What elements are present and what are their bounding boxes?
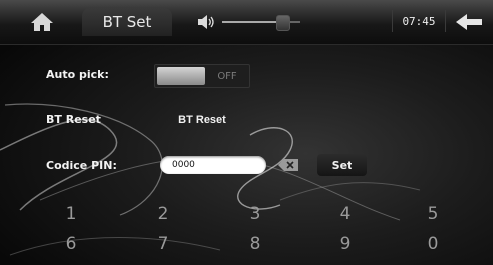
keypad-key[interactable]: 2 xyxy=(117,201,209,227)
volume-thumb[interactable] xyxy=(276,15,290,31)
back-arrow-icon xyxy=(456,14,482,30)
home-button[interactable] xyxy=(22,6,62,38)
keypad-key[interactable]: 3 xyxy=(209,201,301,227)
auto-pick-toggle[interactable]: OFF xyxy=(154,64,250,88)
bt-settings-screen: BT Set 07:45 Auto pick: OFF BT Reset BT … xyxy=(0,0,493,265)
bt-reset-label: BT Reset xyxy=(46,113,101,126)
backspace-icon xyxy=(278,159,298,171)
keypad-key[interactable]: 6 xyxy=(25,231,117,257)
home-icon xyxy=(31,13,53,31)
bt-reset-button[interactable]: BT Reset xyxy=(166,109,238,131)
keypad-key[interactable]: 1 xyxy=(25,201,117,227)
set-pin-button[interactable]: Set xyxy=(317,154,367,176)
top-bar: BT Set 07:45 xyxy=(0,0,493,45)
keypad-key[interactable]: 4 xyxy=(299,201,391,227)
number-keypad: 1 2 3 4 5 6 7 8 9 0 xyxy=(0,198,493,260)
keypad-key[interactable]: 9 xyxy=(299,231,391,257)
volume-fill xyxy=(222,21,283,23)
back-button[interactable] xyxy=(452,8,486,36)
clock-display: 07:45 xyxy=(392,10,446,32)
backspace-button[interactable] xyxy=(276,157,300,173)
toggle-knob xyxy=(157,67,205,85)
pin-input[interactable]: 0000 xyxy=(160,156,266,174)
auto-pick-label: Auto pick: xyxy=(46,68,109,81)
keypad-key[interactable]: 7 xyxy=(117,231,209,257)
toggle-state: OFF xyxy=(217,70,237,82)
page-title: BT Set xyxy=(82,8,172,36)
keypad-key[interactable]: 0 xyxy=(387,231,479,257)
keypad-key[interactable]: 5 xyxy=(387,201,479,227)
pin-label: Codice PIN: xyxy=(46,159,117,172)
volume-slider[interactable] xyxy=(222,10,302,34)
speaker-icon xyxy=(198,15,214,29)
keypad-key[interactable]: 8 xyxy=(209,231,301,257)
